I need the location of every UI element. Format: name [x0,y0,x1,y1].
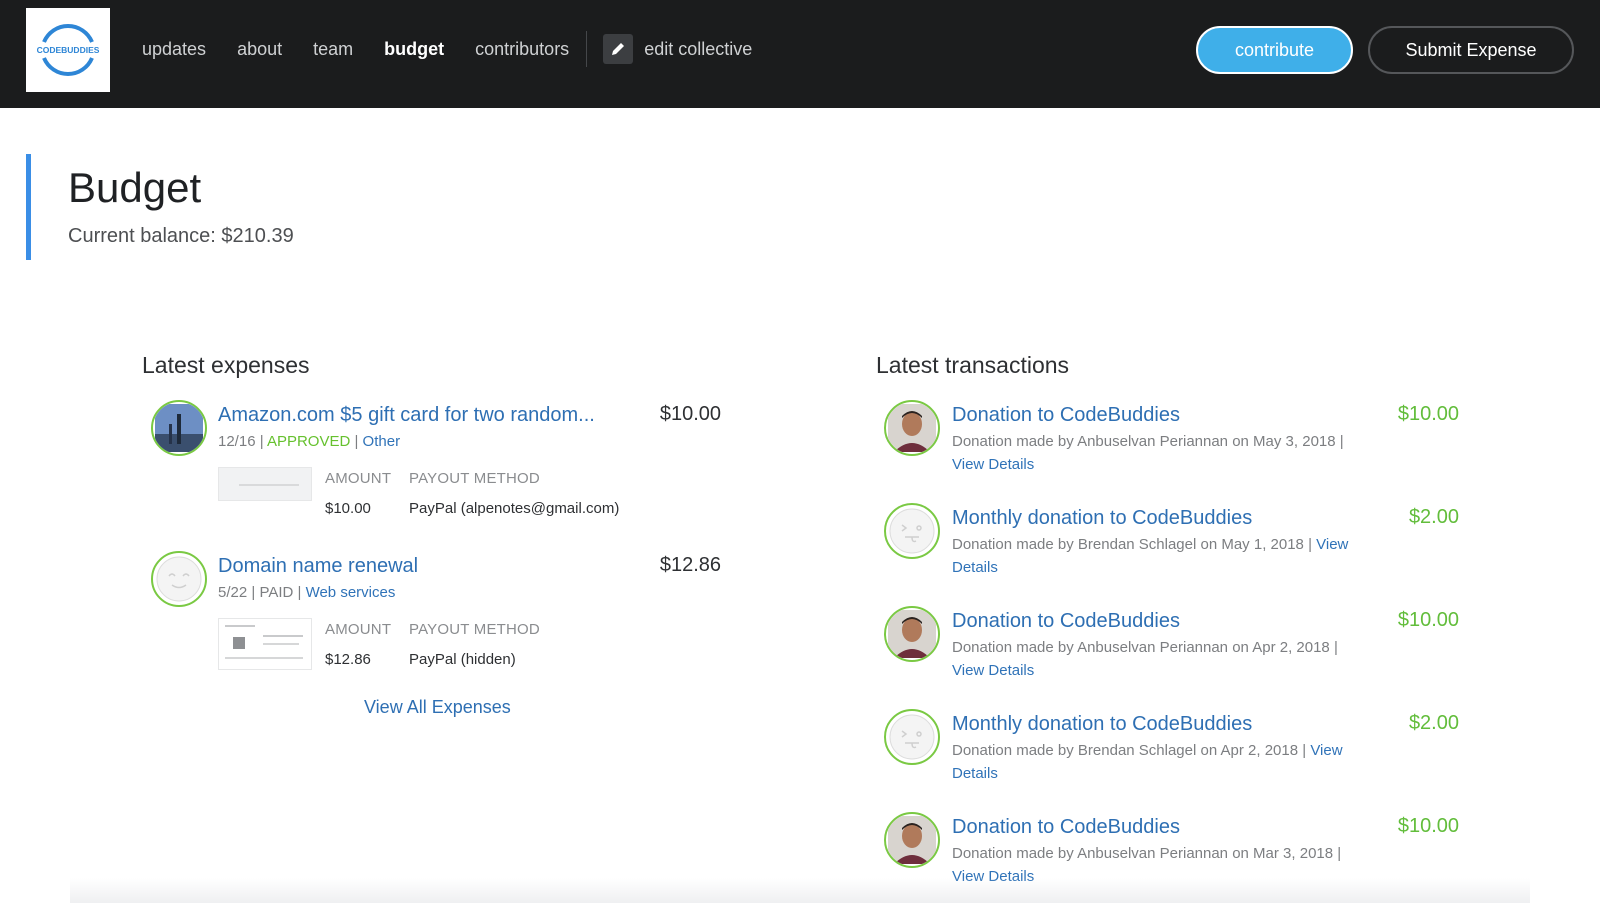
expense-detail-amount: $10.00 [325,500,371,517]
transaction-title-link[interactable]: Donation to CodeBuddies [952,816,1180,839]
top-navigation-bar: CODEBUDDIES updates about team budget co… [0,0,1600,108]
face-placeholder-icon [889,714,935,760]
contributor-avatar[interactable] [884,400,940,456]
expense-date: 5/22 [218,584,248,601]
transaction-amount: $10.00 [1397,609,1459,631]
transaction-title-link[interactable]: Donation to CodeBuddies [952,610,1180,633]
nav-budget[interactable]: budget [384,39,444,60]
nav-edit-collective[interactable]: edit collective [644,39,752,60]
payout-method-label: PAYOUT METHOD [409,470,540,487]
view-details-link[interactable]: View [1310,742,1342,759]
receipt-thumbnail[interactable] [218,467,312,501]
contributor-avatar[interactable] [884,503,940,559]
person-photo-icon [888,610,936,658]
expense-amount: $10.00 [659,403,721,425]
transaction-description: Donation made by Anbuselvan Periannan on… [952,433,1344,473]
face-placeholder-icon [156,556,202,602]
expense-status: APPROVED [266,433,351,450]
transaction-title-link[interactable]: Monthly donation to CodeBuddies [952,713,1252,736]
payout-method-label: PAYOUT METHOD [409,621,540,638]
contributor-avatar[interactable] [884,812,940,868]
payout-method-value: PayPal (hidden) [409,651,516,668]
expenses-section-title: Latest expenses [142,352,310,378]
expense-amount: $12.86 [659,554,721,576]
expense-meta: 5/22 | PAID | Web services [218,584,396,601]
header-accent-bar [26,154,31,260]
codebuddies-logo-icon: CODEBUDDIES [37,24,100,76]
main-nav: updates about team budget contributors e… [142,0,783,98]
contributor-avatar[interactable] [884,606,940,662]
transaction-amount: $10.00 [1397,403,1459,425]
view-details-link[interactable]: View Details [952,456,1034,473]
view-details-link-continued[interactable]: Details [952,765,998,782]
expense-category-link[interactable]: Web services [306,584,396,601]
page-title: Budget [68,164,202,211]
transactions-section-title: Latest transactions [876,352,1070,378]
transaction-description: Donation made by Anbuselvan Periannan on… [952,639,1338,679]
amount-label: AMOUNT [325,470,392,487]
payout-method-value: PayPal (alpenotes@gmail.com) [409,500,620,517]
landscape-photo-icon [155,404,203,452]
view-details-link[interactable]: View [1316,536,1348,553]
view-all-expenses-link[interactable]: View All Expenses [364,697,511,718]
transaction-title-link[interactable]: Monthly donation to CodeBuddies [952,507,1252,530]
nav-divider [586,31,588,67]
nav-about[interactable]: about [237,39,282,60]
person-photo-icon [888,816,936,864]
expense-meta: 12/16 | APPROVED | Other [218,433,401,450]
contribute-button[interactable]: contribute [1196,26,1353,74]
view-details-link-continued[interactable]: Details [952,559,998,576]
expense-avatar[interactable] [151,551,207,607]
collective-logo[interactable]: CODEBUDDIES [26,8,110,92]
transaction-title-link[interactable]: Donation to CodeBuddies [952,404,1180,427]
transaction-amount: $10.00 [1397,815,1459,837]
expense-status: PAID [259,584,294,601]
expense-category-link[interactable]: Other [363,433,401,450]
contributor-avatar[interactable] [884,709,940,765]
current-balance: Current balance: $210.39 [68,225,294,247]
expense-date: 12/16 [218,433,256,450]
expense-title-link[interactable]: Domain name renewal [218,555,418,578]
nav-updates[interactable]: updates [142,39,206,60]
transaction-amount: $2.00 [1408,506,1459,528]
nav-team[interactable]: team [313,39,353,60]
submit-expense-button[interactable]: Submit Expense [1368,26,1574,74]
transaction-amount: $2.00 [1408,712,1459,734]
bottom-fade [70,878,1530,903]
receipt-thumbnail[interactable] [218,618,312,670]
transaction-description: Donation made by Brendan Schlagel on Apr… [952,742,1343,782]
nav-contributors[interactable]: contributors [475,39,569,60]
expense-avatar[interactable] [151,400,207,456]
expense-title-link[interactable]: Amazon.com $5 gift card for two random..… [218,404,595,427]
expense-detail-amount: $12.86 [325,651,371,668]
transaction-description: Donation made by Brendan Schlagel on May… [952,536,1349,576]
amount-label: AMOUNT [325,621,392,638]
person-photo-icon [888,404,936,452]
pencil-icon[interactable] [603,34,634,64]
face-placeholder-icon [889,508,935,554]
svg-text:CODEBUDDIES: CODEBUDDIES [37,45,100,55]
view-details-link[interactable]: View Details [952,662,1034,679]
